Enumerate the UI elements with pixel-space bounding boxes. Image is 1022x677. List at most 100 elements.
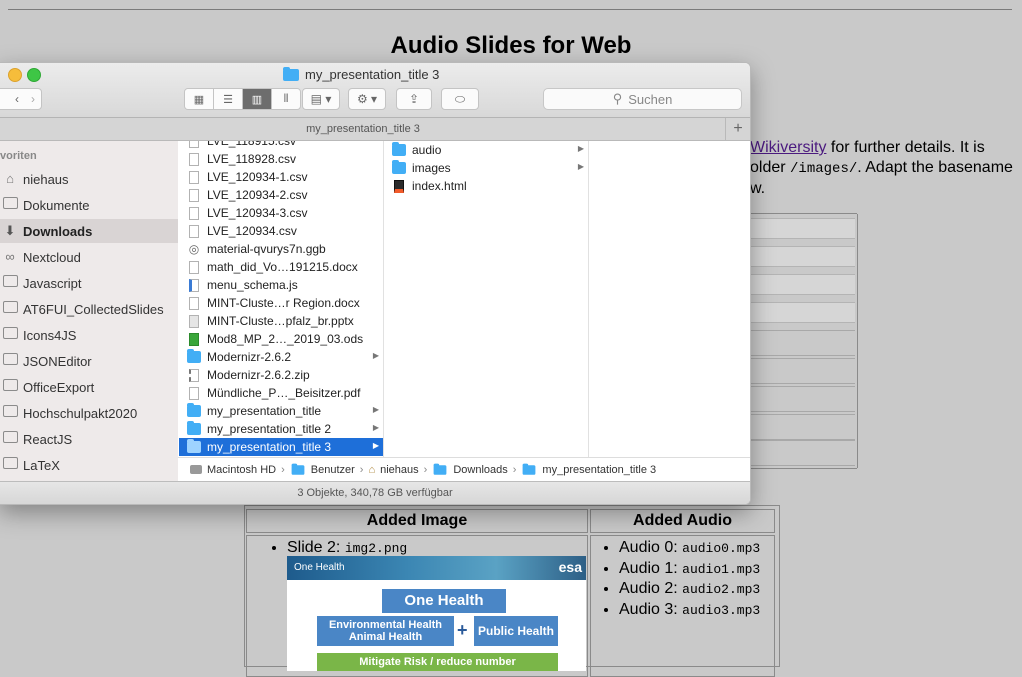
audio-list-item: Audio 0: audio0.mp3 <box>619 538 774 559</box>
file-row[interactable]: Mündliche_P…_Beisitzer.pdf <box>179 384 383 402</box>
file-name: my_presentation_title <box>207 404 322 418</box>
file-row[interactable]: LVE_120934-3.csv <box>179 204 383 222</box>
list-view-button[interactable]: ☰ <box>214 89 243 109</box>
gallery-view-button[interactable]: ⫴ <box>272 89 300 109</box>
slide-bottom-box: Mitigate Risk / reduce number <box>317 653 558 671</box>
file-column-empty <box>589 141 750 481</box>
wikiversity-link[interactable]: Wikiversity <box>750 139 826 156</box>
icon-view-button[interactable]: ▦ <box>185 89 214 109</box>
added-image-header: Added Image <box>246 509 588 533</box>
sidebar-item-niehaus[interactable]: ⌂ niehaus <box>0 167 178 191</box>
added-audio-header: Added Audio <box>590 509 775 533</box>
document-icon <box>187 152 201 166</box>
file-row[interactable]: my_presentation_title 2 ▶ <box>179 420 383 438</box>
file-row[interactable]: Modernizr-2.6.2 ▶ <box>179 348 383 366</box>
text-input-4[interactable] <box>749 302 855 323</box>
path-benutzer[interactable]: Benutzer <box>311 464 355 476</box>
form-row <box>749 440 855 466</box>
file-name: MINT-Cluste…r Region.docx <box>207 296 360 310</box>
folder-icon <box>392 142 406 157</box>
forward-icon[interactable]: › <box>31 92 35 106</box>
file-name: LVE_120934-2.csv <box>207 188 308 202</box>
back-forward-buttons[interactable]: ‹ › <box>0 88 42 110</box>
new-tab-button[interactable]: + <box>725 118 750 140</box>
file-row[interactable]: my_presentation_title 3 ▶ <box>179 438 383 456</box>
file-name: Mod8_MP_2…_2019_03.ods <box>207 332 364 346</box>
script-file-icon <box>187 278 201 292</box>
file-row[interactable]: Modernizr-2.6.2.zip <box>179 366 383 384</box>
group-button[interactable]: ▤ ▾ <box>302 88 340 110</box>
column-view-button[interactable]: ▥ <box>243 89 272 109</box>
sidebar-item-dokumente[interactable]: Dokumente <box>0 193 178 217</box>
file-name: LVE_120934-3.csv <box>207 206 308 220</box>
slide-right-box: Public Health <box>474 616 558 646</box>
sidebar-item-downloads[interactable]: ⬇ Downloads <box>0 219 178 243</box>
esa-logo: esa <box>558 559 582 575</box>
folder-icon <box>433 463 447 475</box>
settings-form <box>745 213 858 469</box>
audio-list-item: Audio 2: audio2.mp3 <box>619 579 774 600</box>
sidebar-item-nextcloud[interactable]: ∞ Nextcloud <box>0 245 178 269</box>
action-button[interactable]: ⚙ ▾ <box>348 88 386 110</box>
file-name: LVE_120934.csv <box>207 224 297 238</box>
view-switcher: ▦ ☰ ▥ ⫴ <box>184 88 301 110</box>
text-input-2[interactable] <box>749 246 855 267</box>
file-name: Modernizr-2.6.2.zip <box>207 368 310 382</box>
back-icon[interactable]: ‹ <box>15 92 19 106</box>
text-input-3[interactable] <box>749 274 855 295</box>
file-row[interactable]: images ▶ <box>384 159 588 177</box>
path-presentation[interactable]: my_presentation_title 3 <box>542 464 656 476</box>
folder-icon <box>1 379 19 395</box>
path-downloads[interactable]: Downloads <box>453 464 507 476</box>
file-name: Modernizr-2.6.2 <box>207 350 292 364</box>
text-input-1[interactable] <box>749 218 855 239</box>
chevron-right-icon: ▶ <box>577 144 584 153</box>
file-column-downloads: LVE_118915.csv LVE_118928.csv LVE_120934-1… <box>179 141 384 481</box>
file-row[interactable]: MINT-Cluste…r Region.docx <box>179 294 383 312</box>
folder-icon <box>1 431 19 447</box>
file-row[interactable]: my_presentation_title ▶ <box>179 402 383 420</box>
sidebar-item-at6fui[interactable]: AT6FUI_CollectedSlides <box>0 297 178 321</box>
file-row[interactable]: audio ▶ <box>384 141 588 159</box>
path-niehaus[interactable]: niehaus <box>380 464 419 476</box>
file-row[interactable]: LVE_120934.csv <box>179 222 383 240</box>
share-button[interactable]: ⇪ <box>396 88 432 110</box>
file-row[interactable]: LVE_120934-1.csv <box>179 168 383 186</box>
zip-file-icon <box>187 368 201 382</box>
sidebar-item-icons4js[interactable]: Icons4JS <box>0 323 178 347</box>
sidebar-item-officeexport[interactable]: OfficeExport <box>0 375 178 399</box>
sidebar-item-javascript[interactable]: Javascript <box>0 271 178 295</box>
folder-icon <box>1 353 19 369</box>
file-name: LVE_120934-1.csv <box>207 170 308 184</box>
file-row[interactable]: LVE_120934-2.csv <box>179 186 383 204</box>
slide-thumbnail: One Health esa One Health Environmental … <box>287 556 586 671</box>
sidebar-item-latex[interactable]: LaTeX <box>0 453 178 477</box>
tab-current[interactable]: my_presentation_title 3 <box>0 123 726 135</box>
file-name: LVE_118915.csv <box>207 141 296 148</box>
file-row[interactable]: menu_schema.js <box>179 276 383 294</box>
file-row[interactable]: index.html <box>384 177 588 195</box>
sidebar-item-jsoneditor[interactable]: JSONEditor <box>0 349 178 373</box>
file-row[interactable]: ◎ material-qvurys7n.ggb <box>179 240 383 258</box>
folder-icon <box>187 349 201 364</box>
finder-titlebar[interactable]: my_presentation_title 3 ‹ › ▦ ☰ ▥ ⫴ ▤ ▾ ⚙… <box>0 63 750 118</box>
tag-icon: ⬭ <box>454 91 466 106</box>
minimize-button[interactable] <box>8 68 22 82</box>
form-row <box>749 330 855 356</box>
file-row[interactable]: MINT-Cluste…pfalz_br.pptx <box>179 312 383 330</box>
path-macintosh-hd[interactable]: Macintosh HD <box>207 464 276 476</box>
file-row[interactable]: LVE_118915.csv <box>179 141 383 150</box>
sidebar-item-hochschulpakt[interactable]: Hochschulpakt2020 <box>0 401 178 425</box>
search-field[interactable]: ⚲ Suchen <box>543 88 742 110</box>
form-row <box>749 386 855 412</box>
tags-button[interactable]: ⬭ <box>441 88 479 110</box>
sidebar-item-reactjs[interactable]: ReactJS <box>0 427 178 451</box>
file-row[interactable]: LVE_118928.csv <box>179 150 383 168</box>
file-name: Mündliche_P…_Beisitzer.pdf <box>207 386 361 400</box>
presentation-icon <box>187 314 201 328</box>
zoom-button[interactable] <box>27 68 41 82</box>
file-row[interactable]: Mod8_MP_2…_2019_03.ods <box>179 330 383 348</box>
chevron-right-icon: ▶ <box>372 351 379 360</box>
folder-icon <box>187 403 201 418</box>
file-row[interactable]: math_did_Vo…191215.docx <box>179 258 383 276</box>
